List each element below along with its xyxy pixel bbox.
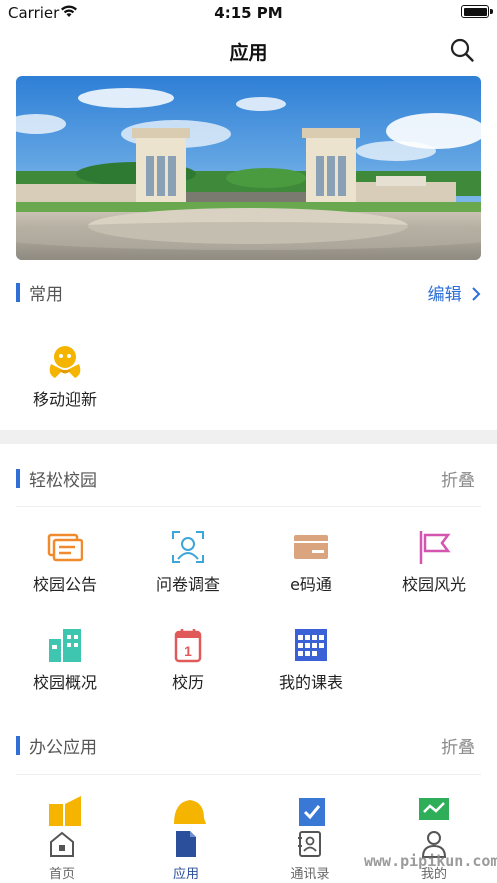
app-my-timetable[interactable]: 我的课表	[249, 627, 373, 707]
section-title: 轻松校园	[29, 471, 97, 491]
battery-icon	[461, 5, 489, 18]
announcement-icon	[47, 533, 83, 562]
tab-contacts[interactable]: 通讯录	[248, 826, 372, 883]
page-title: 应用	[229, 42, 268, 64]
section-gap	[0, 430, 497, 444]
app-school-calendar[interactable]: 1 校历	[126, 627, 250, 707]
building-icon	[49, 629, 81, 662]
app-campus-scenery[interactable]: 校园风光	[372, 529, 496, 609]
svg-text:1: 1	[184, 643, 192, 659]
app-label: 校园风光	[401, 575, 466, 594]
app-questionnaire[interactable]: 问卷调查	[126, 529, 250, 609]
watermark: www.pipikun.com	[364, 852, 497, 870]
tab-label: 首页	[48, 867, 75, 882]
app-label: 移动迎新	[32, 390, 97, 409]
calendar-icon: 1	[174, 629, 202, 663]
app-label: 校园概况	[32, 673, 97, 692]
collapse-button[interactable]: 折叠	[441, 733, 475, 758]
app-office-4[interactable]	[372, 794, 496, 826]
nav-bar: 应用	[0, 28, 497, 72]
mascot-icon	[49, 346, 81, 378]
section-header-common: 常用 编辑	[0, 277, 497, 307]
ecode-card-icon	[294, 535, 328, 559]
app-campus-overview[interactable]: 校园概况	[3, 627, 127, 707]
bell-icon	[174, 800, 206, 824]
edit-label: 编辑	[427, 285, 462, 305]
app-label: 校历	[171, 673, 204, 692]
app-label: 我的课表	[278, 673, 343, 692]
document-icon	[176, 831, 196, 857]
section-title: 常用	[29, 285, 63, 305]
app-office-3[interactable]	[249, 794, 373, 826]
search-icon[interactable]	[449, 37, 475, 63]
clock: 4:15 PM	[214, 4, 283, 22]
timetable-icon	[295, 629, 327, 661]
app-campus-notice[interactable]: 校园公告	[3, 529, 127, 609]
section-header-office: 办公应用 折叠	[0, 730, 497, 760]
app-mobile-welcome[interactable]: 移动迎新	[3, 344, 127, 424]
app-office-1[interactable]	[3, 794, 127, 826]
app-label: 校园公告	[32, 575, 97, 594]
divider	[16, 774, 481, 775]
section-header-campus: 轻松校园 折叠	[0, 463, 497, 493]
speaker-icon	[49, 796, 81, 826]
monitor-chart-icon	[419, 798, 449, 820]
task-check-icon	[299, 798, 325, 826]
tab-home[interactable]: 首页	[0, 826, 124, 883]
divider	[16, 506, 481, 507]
section-title: 办公应用	[29, 738, 97, 758]
app-label: e码通	[290, 575, 332, 594]
app-label: 问卷调查	[155, 575, 220, 594]
app-ecode[interactable]: e码通	[249, 529, 373, 609]
edit-button[interactable]: 编辑	[428, 280, 481, 305]
home-icon	[50, 831, 74, 857]
contacts-icon	[298, 831, 321, 857]
banner-image[interactable]	[16, 76, 481, 260]
collapse-button[interactable]: 折叠	[441, 466, 475, 491]
flag-icon	[419, 531, 451, 564]
tab-label: 通讯录	[290, 867, 330, 882]
chevron-right-icon	[472, 287, 481, 301]
tab-label: 应用	[172, 867, 199, 882]
status-bar: Carrier 4:15 PM	[0, 0, 497, 26]
tab-apps[interactable]: 应用	[124, 826, 248, 883]
app-office-2[interactable]	[126, 794, 250, 826]
questionnaire-icon	[172, 531, 204, 563]
